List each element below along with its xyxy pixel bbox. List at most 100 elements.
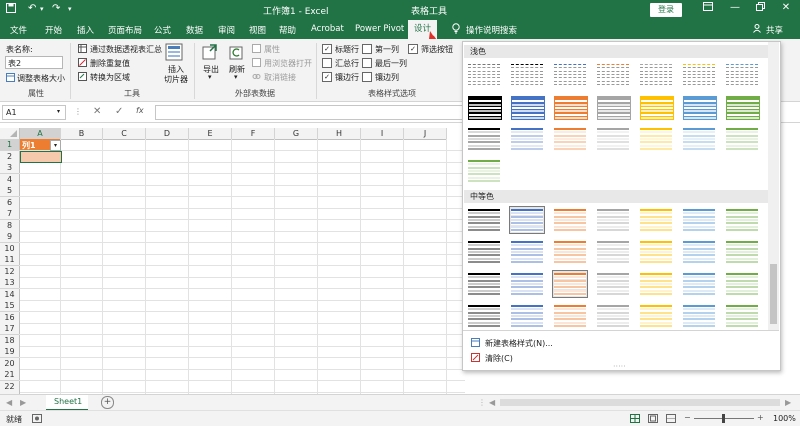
zoom-in-icon[interactable]: + bbox=[757, 413, 764, 422]
table-style-thumbnail[interactable] bbox=[467, 126, 501, 152]
refresh-dropdown-icon[interactable]: ▾ bbox=[234, 73, 238, 81]
table-style-thumbnail[interactable] bbox=[596, 94, 631, 120]
row-header-22[interactable]: 22 bbox=[0, 380, 20, 393]
formula-input[interactable] bbox=[155, 105, 465, 120]
table-style-thumbnail[interactable] bbox=[639, 62, 673, 88]
table-style-thumbnail[interactable] bbox=[596, 126, 630, 152]
table-style-thumbnail[interactable] bbox=[596, 239, 630, 265]
table-style-thumbnail[interactable] bbox=[467, 94, 502, 120]
total-row-checkbox[interactable] bbox=[322, 58, 332, 68]
column-header-i[interactable]: I bbox=[361, 128, 404, 140]
table-style-thumbnail[interactable] bbox=[596, 207, 630, 233]
table-style-thumbnail[interactable] bbox=[553, 62, 587, 88]
row-header-15[interactable]: 15 bbox=[0, 300, 20, 312]
menu-design[interactable]: 设计 bbox=[408, 20, 438, 39]
column-header-h[interactable]: H bbox=[318, 128, 361, 140]
table-style-thumbnail[interactable] bbox=[682, 62, 716, 88]
row-header-6[interactable]: 6 bbox=[0, 196, 20, 209]
login-button[interactable]: 登录 bbox=[650, 3, 682, 17]
table-style-thumbnail[interactable] bbox=[725, 271, 759, 297]
hscroll-right-icon[interactable]: ▶ bbox=[785, 398, 791, 407]
table-style-thumbnail[interactable] bbox=[467, 271, 501, 297]
tell-me-search[interactable]: 操作说明搜索 bbox=[466, 24, 517, 36]
restore-icon[interactable] bbox=[752, 2, 768, 14]
menu-insert[interactable]: 插入 bbox=[77, 24, 94, 36]
table-style-thumbnail[interactable] bbox=[510, 126, 544, 152]
normal-view-icon[interactable] bbox=[630, 414, 640, 426]
zoom-slider-thumb[interactable] bbox=[722, 414, 725, 423]
open-in-browser-button[interactable]: 用浏览器打开 bbox=[264, 58, 312, 69]
row-header-20[interactable]: 20 bbox=[0, 357, 20, 370]
enter-icon[interactable]: ✓ bbox=[115, 106, 123, 117]
row-header-2[interactable]: 2 bbox=[0, 150, 20, 163]
table-style-thumbnail[interactable] bbox=[639, 303, 673, 329]
column-header-g[interactable]: G bbox=[275, 128, 318, 140]
menu-page-layout[interactable]: 页面布局 bbox=[108, 24, 142, 36]
table-style-thumbnail[interactable] bbox=[682, 94, 717, 120]
name-box[interactable]: A1 ▾ bbox=[2, 105, 66, 120]
table-style-thumbnail[interactable] bbox=[553, 207, 587, 233]
row-header-14[interactable]: 14 bbox=[0, 288, 20, 301]
row-header-4[interactable]: 4 bbox=[0, 173, 20, 186]
zoom-out-icon[interactable]: − bbox=[684, 413, 691, 422]
row-header-21[interactable]: 21 bbox=[0, 369, 20, 381]
column-header-b[interactable]: B bbox=[61, 128, 103, 140]
next-sheet-icon[interactable]: ▶ bbox=[20, 398, 26, 407]
table-style-thumbnail[interactable] bbox=[639, 271, 673, 297]
undo-icon[interactable]: ↶ bbox=[28, 3, 36, 14]
table-header-cell-a1[interactable]: 列1 ▾ bbox=[20, 139, 61, 151]
column-header-e[interactable]: E bbox=[189, 128, 232, 140]
filter-dropdown-icon[interactable]: ▾ bbox=[50, 140, 61, 151]
table-style-thumbnail[interactable] bbox=[682, 303, 716, 329]
summarize-pivot-button[interactable]: 通过数据透视表汇总 bbox=[90, 44, 162, 55]
banded-columns-checkbox[interactable] bbox=[362, 72, 372, 82]
unlink-button[interactable]: 取消链接 bbox=[264, 72, 296, 83]
table-data-cell-a2[interactable] bbox=[20, 151, 62, 163]
row-header-18[interactable]: 18 bbox=[0, 334, 20, 347]
zoom-level[interactable]: 100% bbox=[773, 414, 796, 423]
table-style-thumbnail[interactable] bbox=[467, 239, 501, 265]
sheet-tab-sheet1[interactable]: Sheet1 bbox=[46, 395, 88, 411]
table-style-thumbnail[interactable] bbox=[682, 207, 716, 233]
row-header-1[interactable]: 1 bbox=[0, 139, 20, 151]
menu-help[interactable]: 帮助 bbox=[279, 24, 296, 36]
convert-to-range-button[interactable]: 转换为区域 bbox=[90, 72, 130, 83]
table-style-thumbnail[interactable] bbox=[552, 270, 588, 298]
table-style-thumbnail[interactable] bbox=[725, 62, 759, 88]
menu-power-pivot[interactable]: Power Pivot bbox=[355, 24, 404, 34]
table-style-thumbnail[interactable] bbox=[510, 62, 544, 88]
resize-grip-icon[interactable]: ····· bbox=[613, 362, 626, 371]
table-style-thumbnail[interactable] bbox=[467, 303, 501, 329]
table-style-thumbnail[interactable] bbox=[510, 303, 544, 329]
share-button[interactable]: 共享 bbox=[766, 24, 783, 36]
row-header-19[interactable]: 19 bbox=[0, 346, 20, 358]
table-style-thumbnail[interactable] bbox=[596, 303, 630, 329]
row-header-8[interactable]: 8 bbox=[0, 219, 20, 232]
remove-duplicates-button[interactable]: 删除重复值 bbox=[90, 58, 130, 69]
column-header-f[interactable]: F bbox=[232, 128, 275, 140]
row-header-11[interactable]: 11 bbox=[0, 254, 20, 266]
table-style-thumbnail[interactable] bbox=[553, 126, 587, 152]
column-header-d[interactable]: D bbox=[146, 128, 189, 140]
table-style-thumbnail[interactable] bbox=[553, 94, 588, 120]
redo-icon[interactable]: ↷ bbox=[52, 3, 60, 14]
table-style-thumbnail[interactable] bbox=[467, 62, 501, 88]
table-style-thumbnail[interactable] bbox=[509, 206, 545, 234]
page-break-view-icon[interactable] bbox=[666, 414, 676, 426]
row-header-16[interactable]: 16 bbox=[0, 311, 20, 324]
table-style-thumbnail[interactable] bbox=[510, 271, 544, 297]
table-style-thumbnail[interactable] bbox=[553, 239, 587, 265]
table-style-thumbnail[interactable] bbox=[725, 126, 759, 152]
add-sheet-icon[interactable]: + bbox=[101, 396, 114, 409]
insert-function-icon[interactable]: fx bbox=[136, 106, 144, 115]
table-style-thumbnail[interactable] bbox=[596, 62, 630, 88]
ribbon-display-icon[interactable] bbox=[700, 2, 716, 14]
table-style-thumbnail[interactable] bbox=[467, 207, 501, 233]
row-header-13[interactable]: 13 bbox=[0, 277, 20, 289]
new-table-style-button[interactable]: 新建表格样式(N)... bbox=[485, 338, 553, 349]
filter-button-checkbox[interactable]: ✓ bbox=[408, 44, 418, 54]
table-style-thumbnail[interactable] bbox=[510, 239, 544, 265]
gallery-scrollbar[interactable] bbox=[768, 42, 779, 330]
save-icon[interactable] bbox=[6, 3, 16, 16]
table-name-input[interactable]: 表2 bbox=[5, 56, 63, 69]
